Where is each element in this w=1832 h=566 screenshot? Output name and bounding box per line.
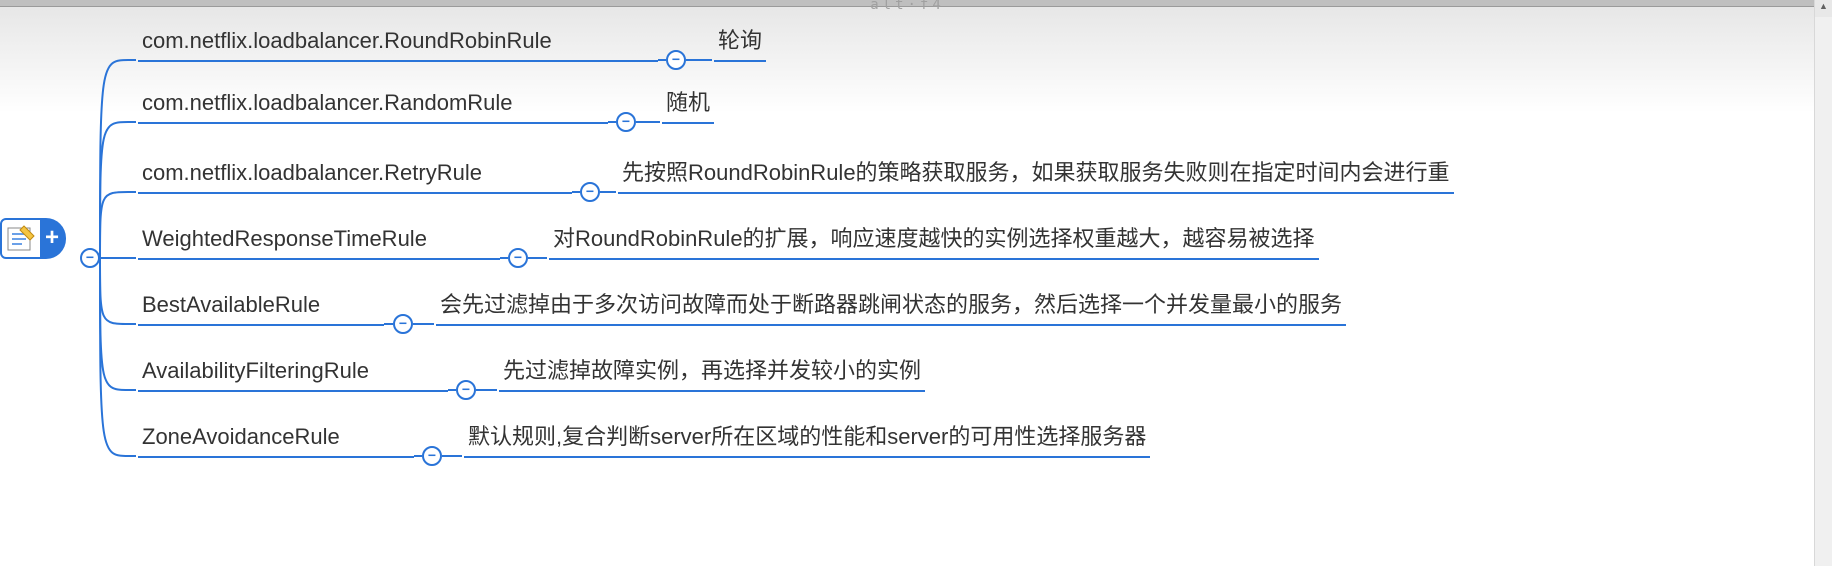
- description-node[interactable]: 轮询: [714, 28, 766, 62]
- collapse-toggle[interactable]: [508, 248, 528, 268]
- collapse-toggle[interactable]: [456, 380, 476, 400]
- mindmap-canvas[interactable]: alt·f4 com.netflix.loadbalancer.RoundRob…: [0, 0, 1815, 566]
- window-hint: alt·f4: [870, 0, 945, 13]
- collapse-toggle[interactable]: [616, 112, 636, 132]
- description-node[interactable]: 先过滤掉故障实例，再选择并发较小的实例: [499, 358, 925, 392]
- collapse-toggle[interactable]: [580, 182, 600, 202]
- collapse-toggle[interactable]: [666, 50, 686, 70]
- description-node[interactable]: 随机: [662, 90, 714, 124]
- description-node[interactable]: 对RoundRobinRule的扩展，响应速度越快的实例选择权重越大，越容易被选…: [549, 226, 1319, 260]
- vertical-scrollbar[interactable]: [1814, 0, 1832, 566]
- root-collapse-toggle[interactable]: [80, 248, 100, 268]
- rule-node[interactable]: com.netflix.loadbalancer.RoundRobinRule: [138, 28, 658, 62]
- description-node[interactable]: 先按照RoundRobinRule的策略获取服务，如果获取服务失败则在指定时间内…: [618, 160, 1454, 194]
- rule-node[interactable]: BestAvailableRule: [138, 292, 384, 326]
- rule-node[interactable]: com.netflix.loadbalancer.RandomRule: [138, 90, 608, 124]
- collapse-toggle[interactable]: [393, 314, 413, 334]
- collapse-toggle[interactable]: [422, 446, 442, 466]
- rule-node[interactable]: com.netflix.loadbalancer.RetryRule: [138, 160, 572, 194]
- rule-node[interactable]: ZoneAvoidanceRule: [138, 424, 414, 458]
- root-topic-icon[interactable]: [0, 218, 42, 259]
- connector-lines: [0, 0, 1815, 566]
- rule-node[interactable]: WeightedResponseTimeRule: [138, 226, 500, 260]
- root-add-button[interactable]: [42, 218, 66, 259]
- description-node[interactable]: 会先过滤掉由于多次访问故障而处于断路器跳闸状态的服务，然后选择一个并发量最小的服…: [436, 292, 1346, 326]
- description-node[interactable]: 默认规则,复合判断server所在区域的性能和server的可用性选择服务器: [464, 424, 1150, 458]
- rule-node[interactable]: AvailabilityFilteringRule: [138, 358, 448, 392]
